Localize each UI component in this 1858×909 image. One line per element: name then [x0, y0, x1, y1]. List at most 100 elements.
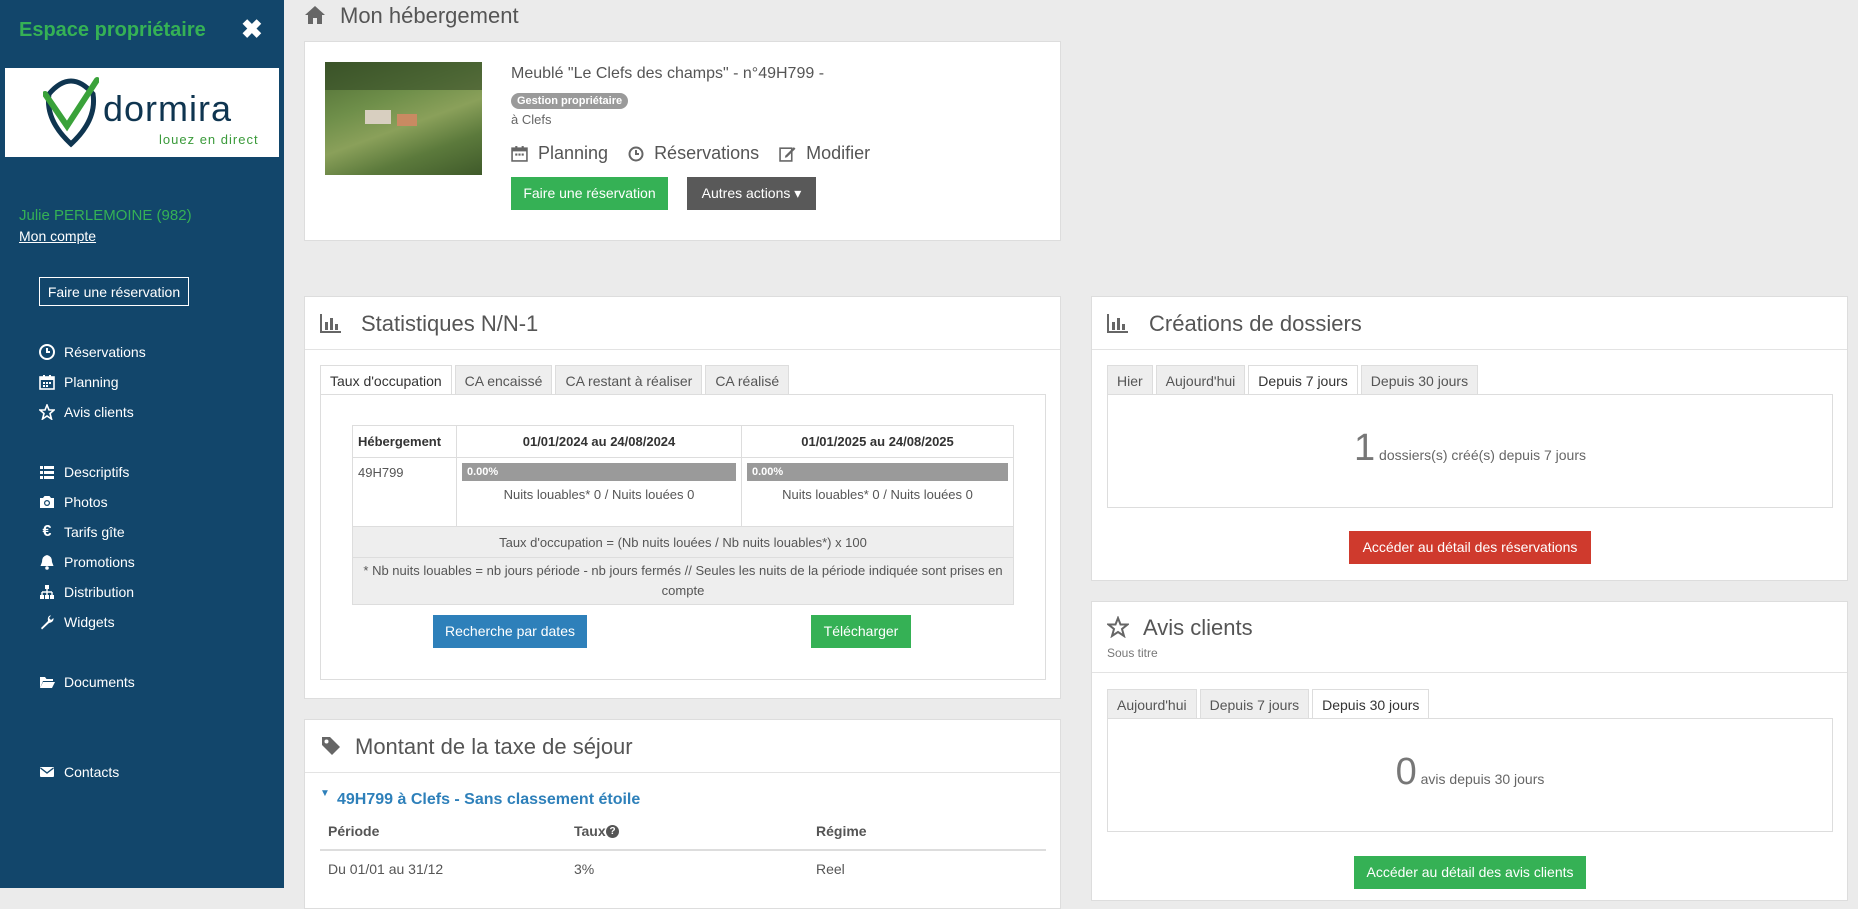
wrench-icon [39, 614, 55, 630]
tab-ca-encaisse[interactable]: CA encaissé [454, 365, 553, 395]
sidebar-item-avis-clients[interactable]: Avis clients [39, 401, 134, 423]
sidebar-item-label: Avis clients [64, 404, 134, 420]
reviews-tab-body: 0 avis depuis 30 jours [1107, 718, 1833, 832]
sidebar-item-label: Tarifs gîte [64, 524, 125, 540]
property-location: à Clefs [511, 112, 552, 127]
row-label: 49H799 [352, 457, 457, 527]
sidebar-item-distribution[interactable]: Distribution [39, 581, 134, 603]
question-icon[interactable]: ? [606, 825, 619, 838]
sidebar-item-label: Planning [64, 374, 119, 390]
reservations-detail-button[interactable]: Accéder au détail des réservations [1349, 531, 1591, 564]
column-header: Hébergement [352, 425, 457, 458]
reservations-link[interactable]: Réservations [654, 143, 759, 164]
sitemap-icon [39, 584, 55, 600]
table-row: Taux d'occupation = (Nb nuits louées / N… [352, 526, 1014, 558]
tab-30-jours[interactable]: Depuis 30 jours [1360, 365, 1479, 395]
progress-bar: 0.00% [462, 463, 736, 481]
sidebar-item-contacts[interactable]: Contacts [39, 761, 119, 783]
dossiers-count-block: 1 dossiers(s) créé(s) depuis 7 jours [1108, 427, 1832, 470]
logo-subtext: louez en direct [159, 132, 259, 147]
reviews-count-label: avis depuis 30 jours [1420, 771, 1545, 787]
tag-icon [320, 735, 342, 757]
dossiers-tab-body: 1 dossiers(s) créé(s) depuis 7 jours [1107, 394, 1833, 508]
logo: dormira louez en direct [5, 68, 279, 157]
caret-down-icon[interactable]: ▼ [320, 788, 330, 799]
tax-table-header: Période Taux ? Régime [320, 821, 1046, 851]
account-link[interactable]: Mon compte [19, 228, 96, 244]
sidebar-reserve-button[interactable]: Faire une réservation [39, 277, 189, 306]
status-badge: Gestion propriétaire [511, 91, 629, 109]
download-button[interactable]: Télécharger [811, 615, 911, 648]
logo-text: dormira [103, 88, 233, 129]
property-card: Meublé "Le Clefs des champs" - n°49H799 … [304, 41, 1061, 241]
other-actions-button[interactable]: Autres actions ▾ [687, 177, 816, 210]
reviews-panel: Avis clients Sous titre Aujourd'hui Depu… [1091, 601, 1848, 901]
formula-row: Taux d'occupation = (Nb nuits louées / N… [352, 526, 1014, 558]
clock-icon [39, 344, 55, 360]
tab-7-jours[interactable]: Depuis 7 jours [1199, 689, 1310, 719]
tax-period: Du 01/01 au 31/12 [328, 861, 444, 877]
sidebar-item-label: Documents [64, 674, 135, 690]
tab-aujourdhui[interactable]: Aujourd'hui [1107, 689, 1197, 719]
tab-hier[interactable]: Hier [1107, 365, 1153, 395]
logo-mark-icon [43, 77, 99, 148]
dossiers-count-label: dossiers(s) créé(s) depuis 7 jours [1379, 447, 1586, 463]
reviews-subtitle: Sous titre [1107, 646, 1158, 660]
table-row: 49H799 0.00% Nuits louables* 0 / Nuits l… [352, 457, 1014, 527]
sidebar-item-widgets[interactable]: Widgets [39, 611, 115, 633]
column-header: 01/01/2025 au 24/08/2025 [741, 425, 1014, 458]
reviews-detail-button[interactable]: Accéder au détail des avis clients [1354, 856, 1586, 889]
nights-text: Nuits louables* 0 / Nuits louées 0 [782, 487, 973, 502]
sidebar-item-tarifs[interactable]: € Tarifs gîte [39, 521, 125, 543]
tab-7-jours[interactable]: Depuis 7 jours [1248, 365, 1358, 395]
sidebar-item-label: Photos [64, 494, 108, 510]
note-row: * Nb nuits louables = nb jours période -… [352, 557, 1014, 605]
property-name: Meublé "Le Clefs des champs" - n°49H799 … [511, 65, 825, 82]
tax-subtitle-link[interactable]: 49H799 à Clefs - Sans classement étoile [337, 791, 640, 809]
sidebar: Espace propriétaire ✖ dormira louez en d… [0, 0, 284, 888]
occupancy-table: Hébergement 01/01/2024 au 24/08/2024 01/… [352, 425, 1014, 605]
sidebar-item-promotions[interactable]: Promotions [39, 551, 135, 573]
calendar-icon [39, 374, 55, 390]
dossiers-tabs: Hier Aujourd'hui Depuis 7 jours Depuis 3… [1107, 365, 1481, 395]
search-by-dates-button[interactable]: Recherche par dates [433, 615, 587, 648]
camera-icon [39, 494, 55, 510]
table-row: * Nb nuits louables = nb jours période -… [352, 557, 1014, 605]
page-title: Mon hébergement [340, 3, 519, 28]
dossiers-title: Créations de dossiers [1149, 311, 1362, 336]
envelope-icon [39, 764, 55, 780]
column-header: 01/01/2024 au 24/08/2024 [456, 425, 742, 458]
list-icon [39, 464, 55, 480]
sidebar-item-documents[interactable]: Documents [39, 671, 135, 693]
modify-link[interactable]: Modifier [806, 143, 870, 164]
tab-ca-realise[interactable]: CA réalisé [705, 365, 790, 395]
tax-regime: Reel [816, 861, 845, 877]
reviews-title: Avis clients [1143, 615, 1253, 640]
tax-title: Montant de la taxe de séjour [355, 734, 633, 759]
edit-icon [779, 145, 796, 162]
stats-title: Statistiques N/N-1 [361, 311, 539, 336]
tab-ca-restant[interactable]: CA restant à réaliser [555, 365, 703, 395]
sidebar-item-label: Promotions [64, 554, 135, 570]
close-icon[interactable]: ✖ [241, 14, 263, 45]
property-photo[interactable] [325, 62, 482, 175]
planning-link[interactable]: Planning [538, 143, 608, 164]
reserve-button[interactable]: Faire une réservation [511, 177, 668, 210]
stats-panel: Statistiques N/N-1 Taux d'occupation CA … [304, 296, 1061, 699]
tab-taux-occupation[interactable]: Taux d'occupation [320, 365, 452, 395]
stats-tabs: Taux d'occupation CA encaissé CA restant… [320, 365, 792, 395]
sidebar-item-label: Contacts [64, 764, 120, 780]
tab-aujourdhui[interactable]: Aujourd'hui [1155, 365, 1246, 395]
sidebar-item-descriptifs[interactable]: Descriptifs [39, 461, 129, 483]
sidebar-item-planning[interactable]: Planning [39, 371, 119, 393]
progress-bar: 0.00% [747, 463, 1008, 481]
sidebar-item-reservations[interactable]: Réservations [39, 341, 146, 363]
home-icon [304, 4, 326, 26]
reviews-count: 0 [1395, 751, 1417, 793]
bar-chart-icon [1107, 312, 1129, 334]
sidebar-item-photos[interactable]: Photos [39, 491, 108, 513]
tab-30-jours[interactable]: Depuis 30 jours [1312, 689, 1430, 719]
sidebar-title: Espace propriétaire [19, 19, 206, 41]
user-name: Julie PERLEMOINE (982) [19, 207, 192, 224]
column-header: Taux [574, 823, 606, 839]
